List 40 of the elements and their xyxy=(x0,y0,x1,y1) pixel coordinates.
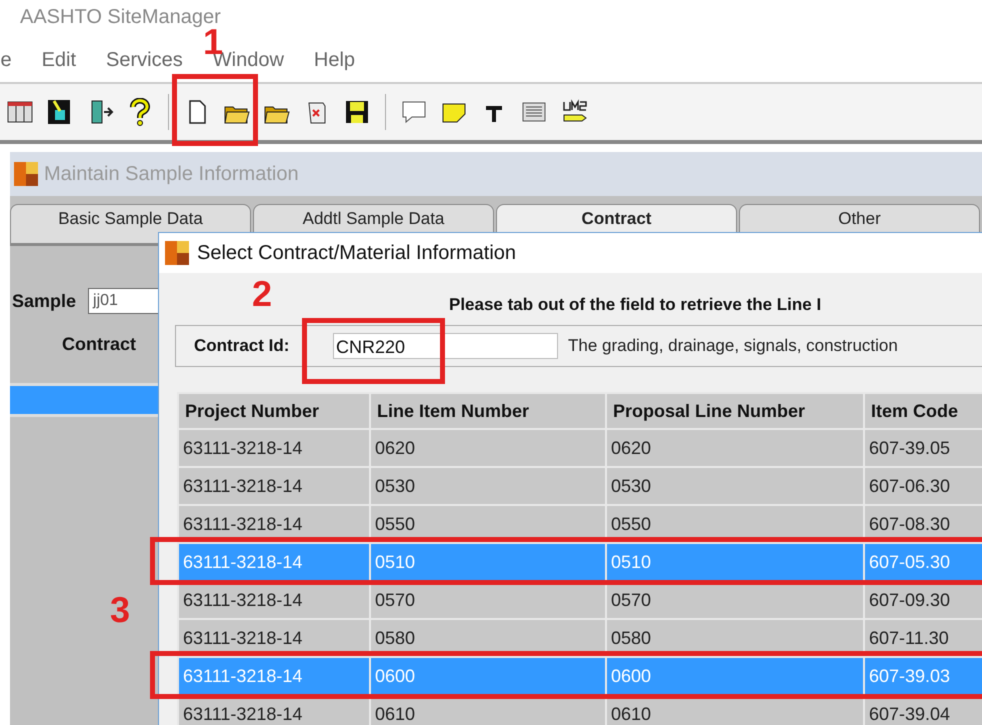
app-title: AASHTO SiteManager xyxy=(20,6,221,28)
table-cell: 63111-3218-14 xyxy=(178,543,370,581)
table-cell: 0600 xyxy=(370,657,606,695)
column-header[interactable]: Line Item Number xyxy=(370,393,606,429)
table-cell: 0620 xyxy=(606,429,864,467)
column-header[interactable]: Project Number xyxy=(178,393,370,429)
contract-id-field[interactable]: CNR220 xyxy=(333,333,558,359)
save-icon[interactable] xyxy=(343,98,371,126)
table-cell: 607-39.03 xyxy=(864,657,982,695)
table-cell: 0600 xyxy=(606,657,864,695)
table-cell: 0530 xyxy=(606,467,864,505)
step-number: 2 xyxy=(252,276,272,312)
dialog-title: Select Contract/Material Information xyxy=(197,242,516,264)
table-cell: 0530 xyxy=(370,467,606,505)
table-cell: 63111-3218-14 xyxy=(178,467,370,505)
table-cell: 63111-3218-14 xyxy=(178,657,370,695)
menu-item[interactable]: Edit xyxy=(42,48,76,72)
instruction-text: Please tab out of the field to retrieve the Line I xyxy=(449,295,822,315)
app-icon xyxy=(14,162,38,186)
menu-item[interactable]: Services xyxy=(106,48,183,72)
column-header[interactable]: Item Code xyxy=(864,393,982,429)
table-row[interactable]: 63111-3218-14 0530 0530 607-06.30 xyxy=(178,467,982,505)
window-title: Maintain Sample Information xyxy=(44,162,299,186)
app-icon xyxy=(165,241,189,265)
menu-item[interactable]: Help xyxy=(314,48,356,72)
table-cell: 607-05.30 xyxy=(864,543,982,581)
menu-item[interactable]: le xyxy=(0,48,12,72)
table-row[interactable]: 63111-3218-14 0570 0570 607-09.30 xyxy=(178,581,982,619)
field-label: Contract Id: xyxy=(194,336,290,356)
column-header[interactable]: Proposal Line Number xyxy=(606,393,864,429)
table-row[interactable]: 63111-3218-14 0610 0610 607-39.04 xyxy=(178,695,982,725)
contract-description: The grading, drainage, signals, construction xyxy=(568,336,898,356)
step-number: 3 xyxy=(110,592,130,628)
table-row[interactable]: 63111-3218-14 0620 0620 607-39.05 xyxy=(178,429,982,467)
section-label: Contract xyxy=(62,334,136,355)
table-cell: 63111-3218-14 xyxy=(178,429,370,467)
field-label: Sample xyxy=(12,290,76,312)
table-cell: 0510 xyxy=(370,543,606,581)
table-cell: 0620 xyxy=(370,429,606,467)
table-cell: 0510 xyxy=(606,543,864,581)
